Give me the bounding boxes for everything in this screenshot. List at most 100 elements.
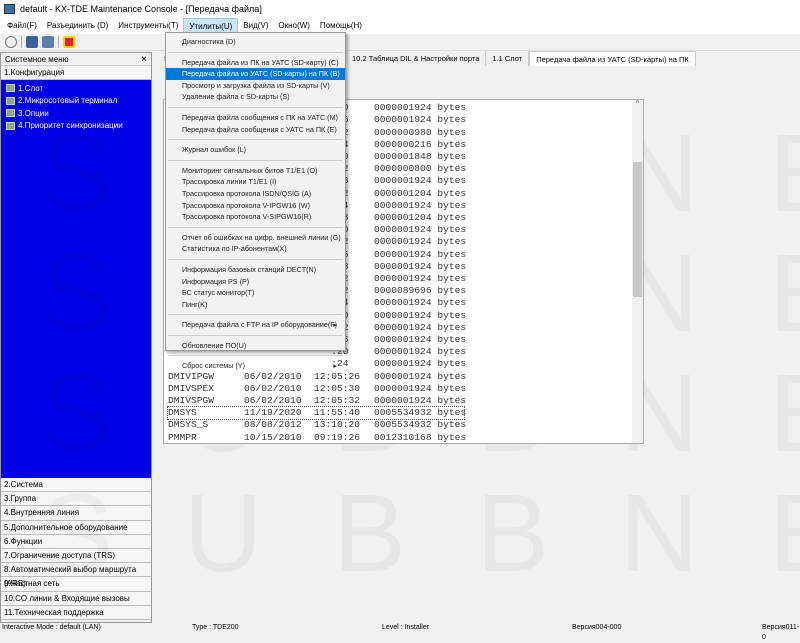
- menu-item[interactable]: Передача файла сообщения с УАТС на ПК (E…: [166, 124, 345, 136]
- file-date: 06/02/2010: [244, 371, 314, 383]
- file-name: DMIVSPGW: [168, 395, 244, 407]
- file-name: PMMPR: [168, 432, 244, 444]
- tree-item[interactable]: 4.Приоритет синхронизации: [1, 120, 151, 133]
- configuration-tree: 1.Слот 2.Микросотовый терминал3.Опции4.Пр…: [1, 80, 151, 478]
- menu-item[interactable]: Обновление ПО(U): [166, 340, 345, 352]
- sidebar-item[interactable]: 7.Ограничение доступа (TRS): [1, 549, 151, 563]
- menu-item-label: Трассировка линии T1/E1 (I): [182, 177, 276, 186]
- file-size: 0000001924 bytes: [374, 224, 466, 235]
- menu-item[interactable]: Трассировка протокола ISDN/QSIG (A): [166, 188, 345, 200]
- network-icon[interactable]: [42, 36, 54, 48]
- menu-item[interactable]: Информация PS (P): [166, 276, 345, 288]
- sidebar-item[interactable]: 5.Дополнительное оборудование: [1, 521, 151, 535]
- file-size: 0000001924 bytes: [374, 383, 466, 394]
- file-size: 0000001924 bytes: [374, 334, 466, 345]
- file-size: 0005534932 bytes: [374, 419, 466, 430]
- sidebar-item[interactable]: 10.CO линии & Входящие вызовы: [1, 592, 151, 606]
- tree-item[interactable]: 1.Слот: [1, 82, 151, 95]
- menu-item-label: Пинг(K): [182, 300, 207, 309]
- menu-item-label: Информация базовых станций DECT(N): [182, 265, 316, 274]
- menu-item-label: Трассировка протокола V-SIPGW16(R): [182, 212, 311, 221]
- sidebar-item[interactable]: 4.Внутренняя линия: [1, 506, 151, 520]
- tree-item-label: 1.Слот: [18, 84, 43, 93]
- file-size: 0000001848 bytes: [374, 151, 466, 162]
- menu-separator: [168, 52, 343, 53]
- menu-item[interactable]: Передача файла с FTP на IP оборудование(…: [166, 319, 345, 331]
- menu-item[interactable]: Передача файла сообщения с ПК на УАТС (M…: [166, 112, 345, 124]
- menu-item-label: Передача файла сообщения с ПК на УАТС (M…: [182, 113, 338, 122]
- status-version-1: Версия004-000: [572, 623, 621, 633]
- file-row[interactable]: DMIVSPEX06/02/201012:05:300000001924 byt…: [168, 383, 466, 395]
- menu-item[interactable]: БС статус монитор(T): [166, 287, 345, 299]
- tree-node-icon: [6, 122, 15, 130]
- menu-item-label: Передача файла из ПК на УАТС (SD-карту) …: [182, 58, 339, 67]
- vertical-scrollbar[interactable]: ^: [632, 100, 643, 443]
- submenu-arrow-icon: ▸: [333, 360, 337, 372]
- file-size: 0000001924 bytes: [374, 200, 466, 211]
- file-date: 06/02/2010: [244, 383, 314, 395]
- menu-item[interactable]: Мониторинг сигнальных битов T1/E1 (O): [166, 165, 345, 177]
- menu-item[interactable]: Сброс системы (Y)▸: [166, 360, 345, 372]
- file-name: DMSYS_S: [168, 419, 244, 431]
- menu-item[interactable]: Статистика по IP-абонентам(X): [166, 243, 345, 255]
- file-row[interactable]: PMMPR10/15/201009:19:260012310168 bytes: [168, 432, 466, 444]
- menu-item[interactable]: Пинг(K): [166, 299, 345, 311]
- sidebar-item[interactable]: 2.Система: [1, 478, 151, 492]
- sidebar-section-configuration[interactable]: 1.Конфигурация: [1, 66, 151, 80]
- file-size: 0005534932 bytes: [374, 407, 466, 418]
- window-title: default - KX-TDE Maintenance Console - […: [20, 4, 262, 14]
- file-size: 0000001924 bytes: [374, 395, 466, 406]
- toolbar-separator: [58, 36, 59, 48]
- file-row[interactable]: DMSYS_S08/08/201213:10:200005534932 byte…: [168, 419, 466, 431]
- sidebar-item[interactable]: 8.Автоматический выбор маршрута (ARS): [1, 563, 151, 577]
- menu-item-label: Передача файла с FTP на IP оборудование(…: [182, 320, 337, 329]
- sidebar-item[interactable]: 9.Частная сеть: [1, 577, 151, 591]
- menu-item-label: Передача файла сообщения с УАТС на ПК (E…: [182, 125, 337, 134]
- menu-item[interactable]: Передача файла из УАТС (SD-карты) на ПК …: [166, 68, 345, 80]
- menu-item[interactable]: Диагностика (D): [166, 36, 345, 48]
- file-time: 11:55:40: [314, 407, 374, 419]
- sidebar-item[interactable]: 6.Функции: [1, 535, 151, 549]
- menu-0[interactable]: Файл(F): [2, 18, 42, 34]
- toolbar: [0, 34, 800, 51]
- menu-item[interactable]: Трассировка протокола V-SIPGW16(R): [166, 211, 345, 223]
- tab-3[interactable]: Передача файла из УАТС (SD-карты) на ПК: [529, 51, 696, 66]
- file-time: 12:05:32: [314, 395, 374, 407]
- app-icon: [4, 4, 15, 14]
- menu-item[interactable]: Трассировка линии T1/E1 (I): [166, 176, 345, 188]
- sidebar-item[interactable]: 3.Группа: [1, 492, 151, 506]
- menu-1[interactable]: Разъединить (D): [42, 18, 113, 34]
- file-row[interactable]: DMSYS11/19/202011:55:400005534932 bytes: [168, 407, 464, 419]
- status-bar: Interactive Mode : default (LAN) Type : …: [0, 623, 800, 633]
- file-row[interactable]: DMIVIPGW06/02/201012:05:260000001924 byt…: [168, 371, 466, 383]
- help-icon[interactable]: [63, 36, 75, 48]
- file-size: 0000001924 bytes: [374, 346, 466, 357]
- file-time: 09:19:26: [314, 432, 374, 444]
- menu-separator: [168, 139, 343, 140]
- menu-item[interactable]: Трассировка протокола V-IPGW16 (W): [166, 200, 345, 212]
- menu-item[interactable]: Удаление файла с SD-карты (S): [166, 91, 345, 103]
- computer-icon[interactable]: [26, 36, 38, 48]
- scroll-up-icon[interactable]: ^: [632, 100, 643, 107]
- status-mode: Interactive Mode : default (LAN): [2, 623, 101, 633]
- menu-item[interactable]: Отчет об ошибках на цифр. внешней линии …: [166, 232, 345, 244]
- file-row[interactable]: DMIVSPGW06/02/201012:05:320000001924 byt…: [168, 395, 466, 407]
- tree-item[interactable]: 2.Микросотовый терминал: [1, 95, 151, 108]
- sidebar-item[interactable]: 11.Техническая поддержка: [1, 606, 151, 620]
- menu-item[interactable]: Просмотр и загрузка файла из SD-карты (V…: [166, 80, 345, 92]
- menu-item[interactable]: Информация базовых станций DECT(N): [166, 264, 345, 276]
- menu-item[interactable]: Передача файла из ПК на УАТС (SD-карту) …: [166, 57, 345, 69]
- file-size: 0000001204 bytes: [374, 188, 466, 199]
- disconnect-icon[interactable]: [5, 36, 17, 48]
- close-icon[interactable]: ×: [141, 54, 147, 65]
- file-date: 06/02/2010: [244, 395, 314, 407]
- tab-1[interactable]: 10.2 Таблица DIL & Настройки порта: [346, 51, 486, 66]
- utilities-dropdown-menu: Диагностика (D) Передача файла из ПК на У…: [165, 32, 346, 351]
- tab-2[interactable]: 1.1 Слот: [486, 51, 529, 66]
- scrollbar-thumb[interactable]: [633, 162, 642, 296]
- tree-item[interactable]: 3.Опции: [1, 107, 151, 120]
- menu-separator: [168, 314, 343, 315]
- menu-item-label: Журнал ошибок (L): [182, 145, 246, 154]
- menu-item[interactable]: Журнал ошибок (L): [166, 144, 345, 156]
- tree-node-icon: [6, 109, 15, 117]
